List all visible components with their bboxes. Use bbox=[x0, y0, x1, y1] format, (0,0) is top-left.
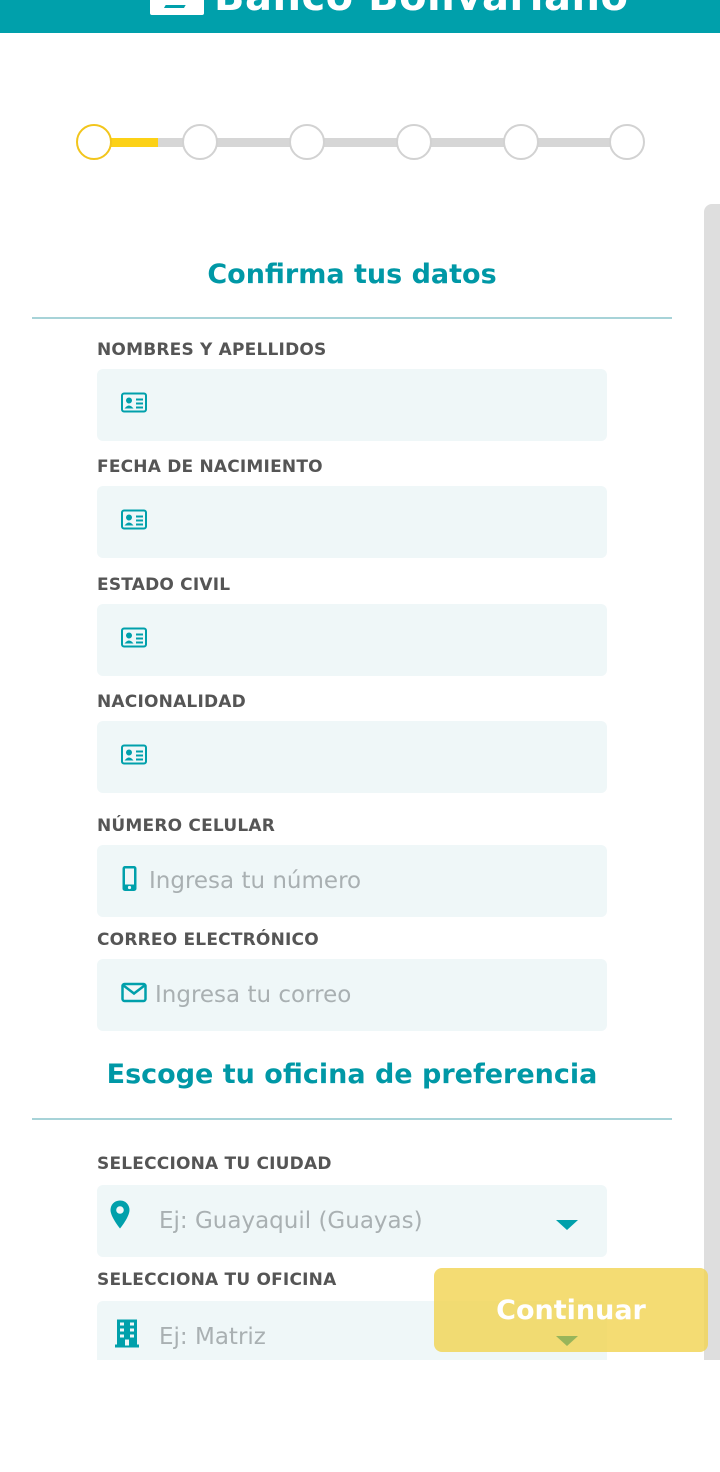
marital-status-label: ESTADO CIVIL bbox=[97, 575, 231, 595]
id-card-icon bbox=[121, 509, 147, 535]
step-2-indicator bbox=[182, 124, 218, 160]
app-header: Banco Bolivariano bbox=[0, 0, 720, 33]
nationality-field[interactable] bbox=[97, 721, 607, 793]
confirm-data-title: Confirma tus datos bbox=[207, 259, 497, 290]
chevron-down-icon bbox=[556, 1220, 578, 1230]
id-card-icon bbox=[121, 744, 147, 770]
bottom-area bbox=[0, 1360, 720, 1472]
birth-date-label: FECHA DE NACIMIENTO bbox=[97, 457, 323, 477]
section-divider bbox=[32, 317, 672, 319]
birth-date-field[interactable] bbox=[97, 486, 607, 558]
full-name-field[interactable] bbox=[97, 369, 607, 441]
nationality-label: NACIONALIDAD bbox=[97, 692, 246, 712]
id-card-icon bbox=[121, 627, 147, 653]
office-preference-title: Escoge tu oficina de preferencia bbox=[106, 1059, 598, 1090]
city-select[interactable]: Ej: Guayaquil (Guayas) bbox=[97, 1185, 607, 1257]
full-name-label: NOMBRES Y APELLIDOS bbox=[97, 340, 327, 360]
marital-status-field[interactable] bbox=[97, 604, 607, 676]
step-1-indicator bbox=[76, 124, 112, 160]
email-label: CORREO ELECTRÓNICO bbox=[97, 930, 319, 950]
city-label: SELECCIONA TU CIUDAD bbox=[97, 1154, 332, 1174]
brand-name: Banco Bolivariano bbox=[214, 0, 628, 20]
scrollbar[interactable] bbox=[704, 204, 720, 1360]
phone-label: NÚMERO CELULAR bbox=[97, 816, 276, 836]
step-3-indicator bbox=[289, 124, 325, 160]
email-placeholder: Ingresa tu correo bbox=[155, 982, 352, 1008]
mobile-phone-icon bbox=[121, 865, 138, 898]
email-input[interactable]: Ingresa tu correo bbox=[97, 959, 607, 1031]
phone-input[interactable]: Ingresa tu número bbox=[97, 845, 607, 917]
bank-logo-icon bbox=[150, 0, 204, 15]
stepper-track bbox=[94, 138, 628, 147]
building-icon bbox=[115, 1319, 139, 1354]
id-card-icon bbox=[121, 392, 147, 418]
step-4-indicator bbox=[396, 124, 432, 160]
progress-stepper bbox=[76, 124, 646, 160]
branch-placeholder: Ej: Matriz bbox=[159, 1324, 266, 1350]
map-pin-icon bbox=[109, 1200, 131, 1235]
city-placeholder: Ej: Guayaquil (Guayas) bbox=[159, 1208, 423, 1234]
step-5-indicator bbox=[503, 124, 539, 160]
branch-label: SELECCIONA TU OFICINA bbox=[97, 1270, 337, 1290]
step-6-indicator bbox=[609, 124, 645, 160]
envelope-icon bbox=[121, 982, 147, 1008]
phone-placeholder: Ingresa tu número bbox=[149, 868, 362, 894]
chevron-down-icon bbox=[556, 1336, 578, 1346]
section-divider bbox=[32, 1118, 672, 1120]
